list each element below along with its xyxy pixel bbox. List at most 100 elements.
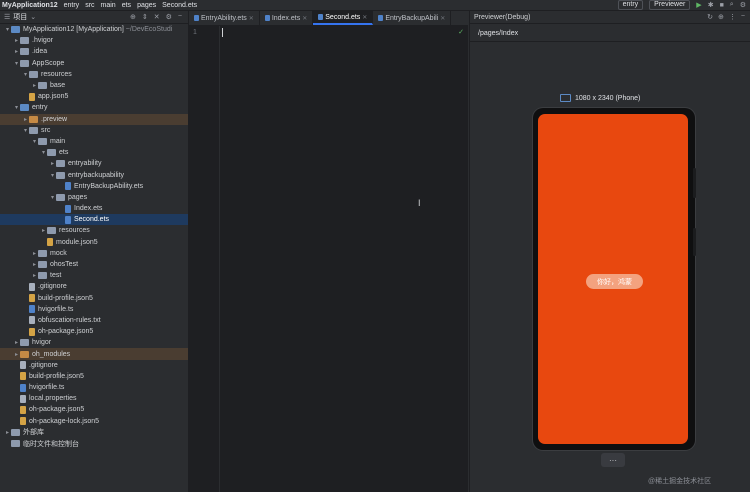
tree-item[interactable]: ▾ ets [0, 147, 188, 158]
tree-item[interactable]: Index.ets [0, 203, 188, 214]
device-label[interactable]: 1080 x 2340 (Phone) [560, 94, 640, 102]
run-config-select[interactable]: entry [617, 0, 644, 10]
tree-item[interactable]: ▸ mock [0, 248, 188, 259]
chevron-down-icon[interactable]: ▾ [22, 127, 29, 134]
tree-item[interactable]: ▾ AppScope [0, 58, 188, 69]
breadcrumb-item[interactable]: pages [137, 2, 156, 9]
chevron-down-icon[interactable]: ⌄ [30, 13, 36, 21]
breadcrumb-item[interactable]: MyApplication12 [2, 2, 58, 9]
close-tab-icon[interactable]: ✕ [362, 14, 367, 21]
tree-item[interactable]: app.json5 [0, 91, 188, 102]
tree-item[interactable]: ▾ main [0, 136, 188, 147]
tree-item[interactable]: ▸ entryability [0, 158, 188, 169]
project-panel-title[interactable]: 项目 [13, 12, 27, 22]
zoom-icon[interactable]: ⊕ [718, 13, 724, 21]
chevron-down-icon[interactable]: ▾ [22, 71, 29, 78]
close-tab-icon[interactable]: ✕ [440, 15, 445, 22]
chevron-right-icon[interactable]: ▸ [13, 37, 20, 44]
options-icon[interactable]: ⋮ [729, 13, 736, 21]
stop-icon[interactable]: ■ [720, 2, 724, 9]
collapse-all-icon[interactable]: ⇕ [142, 13, 148, 21]
chevron-down-icon[interactable]: ▾ [49, 172, 56, 179]
options-icon[interactable]: ⚙ [166, 13, 172, 21]
breadcrumb-item[interactable]: src [85, 2, 94, 9]
tree-item[interactable]: hvigorfile.ts [0, 304, 188, 315]
tree-item[interactable]: ▸ resources [0, 225, 188, 236]
tree-item[interactable]: ▸ ohosTest [0, 259, 188, 270]
tree-item-label: mock [50, 249, 67, 257]
breadcrumb-item[interactable]: main [101, 2, 116, 9]
editor-tab[interactable]: Index.ets ✕ [260, 11, 314, 25]
tree-item[interactable]: ▸ test [0, 270, 188, 281]
chevron-right-icon[interactable]: ▸ [22, 116, 29, 123]
breadcrumb-item[interactable]: entry [64, 2, 80, 9]
chevron-right-icon[interactable]: ▸ [31, 250, 38, 257]
phone-screen[interactable]: 你好，鸿蒙 [538, 114, 688, 444]
editor-tab[interactable]: EntryBackupAbili ✕ [373, 11, 452, 25]
minimize-icon[interactable]: − [741, 13, 745, 21]
breadcrumb-item[interactable]: ets [122, 2, 131, 9]
tree-item[interactable]: Second.ets [0, 214, 188, 226]
chevron-right-icon[interactable]: ▸ [4, 429, 11, 436]
tree-item[interactable]: ▸ .hvigor [0, 35, 188, 46]
chevron-right-icon[interactable]: ▸ [13, 48, 20, 55]
tree-item[interactable]: build-profile.json5 [0, 293, 188, 304]
tree-item[interactable]: 临时文件和控制台 [0, 438, 188, 449]
settings-icon[interactable]: ⚙ [740, 1, 746, 9]
hide-icon[interactable]: − [178, 13, 182, 21]
close-tab-icon[interactable]: ✕ [302, 15, 307, 22]
tree-item-label: ohosTest [50, 261, 79, 269]
device-select[interactable]: Previewer [649, 0, 691, 10]
chevron-right-icon[interactable]: ▸ [49, 160, 56, 167]
chevron-down-icon[interactable]: ▾ [49, 194, 56, 201]
chevron-down-icon[interactable]: ▾ [40, 149, 47, 156]
code-editor[interactable]: 1 ✓ I [189, 26, 468, 492]
tree-item[interactable]: oh-package.json5 [0, 326, 188, 337]
tree-item[interactable]: ▾ resources [0, 69, 188, 80]
close-icon[interactable]: ✕ [154, 13, 160, 21]
refresh-icon[interactable]: ↻ [707, 13, 713, 21]
tree-item[interactable]: EntryBackupAbility.ets [0, 181, 188, 192]
tree-item[interactable]: obfuscation-rules.txt [0, 315, 188, 326]
chevron-right-icon[interactable]: ▸ [31, 261, 38, 268]
tree-item[interactable]: ▸ hvigor [0, 337, 188, 348]
tree-item[interactable]: ▸ oh_modules [0, 348, 188, 360]
chevron-down-icon[interactable]: ▾ [31, 138, 38, 145]
chevron-right-icon[interactable]: ▸ [40, 227, 47, 234]
chevron-down-icon[interactable]: ▾ [4, 26, 11, 33]
hello-button[interactable]: 你好，鸿蒙 [586, 274, 643, 289]
close-tab-icon[interactable]: ✕ [249, 15, 254, 22]
chevron-right-icon[interactable]: ▸ [31, 272, 38, 279]
tree-item[interactable]: hvigorfile.ts [0, 382, 188, 393]
chevron-right-icon[interactable]: ▸ [13, 339, 20, 346]
tree-item[interactable]: local.properties [0, 393, 188, 404]
tree-item[interactable]: ▸ 外部库 [0, 427, 188, 438]
tree-item[interactable]: ▸ base [0, 80, 188, 91]
tree-item[interactable]: .gitignore [0, 281, 188, 292]
chevron-down-icon[interactable]: ▾ [13, 104, 20, 111]
editor-tab[interactable]: EntryAbility.ets ✕ [189, 11, 260, 25]
tree-item[interactable]: ▾ entry [0, 102, 188, 113]
breadcrumb-item[interactable]: Second.ets [162, 2, 197, 9]
more-button[interactable]: ··· [601, 453, 625, 467]
debug-icon[interactable]: ✱ [708, 1, 714, 9]
search-icon[interactable]: ⌕ [730, 1, 734, 9]
run-icon[interactable]: ▶ [696, 1, 701, 9]
panel-menu-icon[interactable]: ☰ [4, 13, 10, 21]
tree-item[interactable]: ▸ .preview [0, 113, 188, 125]
chevron-right-icon[interactable]: ▸ [31, 82, 38, 89]
tree-item[interactable]: ▾ src [0, 125, 188, 136]
tree-item[interactable]: build-profile.json5 [0, 371, 188, 382]
tree-item[interactable]: oh-package-lock.json5 [0, 416, 188, 427]
tree-item[interactable]: .gitignore [0, 360, 188, 371]
chevron-right-icon[interactable]: ▸ [13, 351, 20, 358]
tree-item[interactable]: ▾ pages [0, 192, 188, 203]
tree-item[interactable]: ▾ entrybackupability [0, 169, 188, 180]
tree-item[interactable]: module.json5 [0, 237, 188, 248]
editor-tab[interactable]: Second.ets ✕ [313, 11, 374, 25]
tree-item[interactable]: ▾ MyApplication12 [MyApplication] ~/DevEco… [0, 24, 188, 35]
tree-item[interactable]: ▸ .idea [0, 46, 188, 57]
locate-icon[interactable]: ⊕ [130, 13, 136, 21]
tree-item[interactable]: oh-package.json5 [0, 404, 188, 415]
chevron-down-icon[interactable]: ▾ [13, 60, 20, 67]
